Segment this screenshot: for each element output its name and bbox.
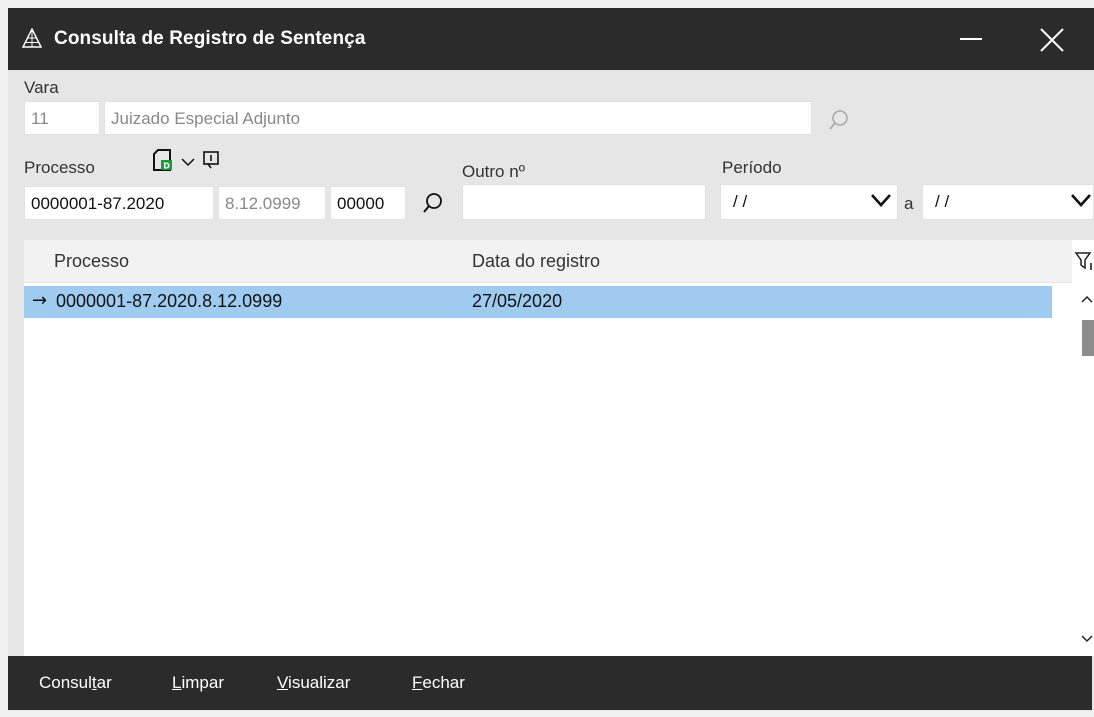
scroll-down-icon[interactable] <box>1080 634 1094 644</box>
filter-icon[interactable] <box>1074 250 1094 272</box>
visualizar-mnemonic: V <box>277 673 289 692</box>
grid-header: Processo Data do registro <box>24 240 1072 283</box>
action-toolbar: Consultar Limpar Visualizar Fechar <box>8 656 1092 710</box>
outro-numero-field[interactable] <box>462 184 706 220</box>
processo-segment-field[interactable]: 8.12.0999 <box>218 186 326 220</box>
consultar-button[interactable]: Consultar <box>39 673 112 693</box>
title-bar: Consulta de Registro de Sentença <box>8 8 1094 70</box>
dialog-window: Consulta de Registro de Sentença Vara 11… <box>8 8 1094 711</box>
vara-name-field[interactable]: Juizado Especial Adjunto <box>104 101 812 135</box>
row-processo-cell: 0000001-87.2020.8.12.0999 <box>56 291 283 311</box>
row-pointer-icon: → <box>32 290 48 311</box>
vara-code-field[interactable]: 11 <box>24 101 100 135</box>
consultar-label-part: ar <box>96 673 112 692</box>
periodo-separator: a <box>904 194 914 213</box>
minimize-icon[interactable] <box>952 24 992 54</box>
close-icon[interactable] <box>1034 22 1070 58</box>
visualizar-label-part: isualizar <box>288 673 351 692</box>
column-header-data[interactable]: Data do registro <box>472 251 600 272</box>
chevron-down-icon[interactable] <box>870 192 892 208</box>
info-note-icon[interactable] <box>202 150 220 170</box>
results-grid: Processo Data do registro → 0000001-87.2… <box>24 240 1094 656</box>
vara-label: Vara <box>24 78 59 97</box>
scroll-up-icon[interactable] <box>1080 294 1094 304</box>
periodo-label: Período <box>722 158 782 177</box>
table-row[interactable]: → 0000001-87.2020.8.12.0999 27/05/2020 <box>24 286 1052 318</box>
fechar-button[interactable]: Fechar <box>412 673 465 693</box>
triangle-logo-icon <box>22 28 42 48</box>
processo-origin-field[interactable]: 00000 <box>330 186 406 220</box>
column-header-processo[interactable]: Processo <box>54 251 129 272</box>
search-icon[interactable] <box>828 109 850 131</box>
consultar-label-part: Consul <box>39 673 92 692</box>
visualizar-button[interactable]: Visualizar <box>277 673 350 693</box>
scrollbar-thumb[interactable] <box>1082 320 1094 356</box>
periodo-end-value: / / <box>935 192 950 211</box>
processo-number-field[interactable]: 0000001-87.2020 <box>24 186 214 220</box>
limpar-label-part: impar <box>181 673 224 692</box>
fechar-mnemonic: F <box>412 673 423 692</box>
periodo-end-field[interactable]: / / <box>922 184 1094 220</box>
chevron-down-icon[interactable] <box>1070 192 1092 208</box>
search-icon[interactable] <box>422 192 444 214</box>
limpar-button[interactable]: Limpar <box>172 673 224 693</box>
outro-numero-label: Outro nº <box>462 162 525 181</box>
row-data-cell: 27/05/2020 <box>472 291 563 311</box>
vertical-scrollbar[interactable] <box>1072 282 1094 656</box>
periodo-start-value: / / <box>733 192 748 211</box>
processo-label: Processo <box>24 158 95 177</box>
fechar-label-part: echar <box>422 673 465 692</box>
chevron-down-icon[interactable] <box>180 154 196 170</box>
window-title: Consulta de Registro de Sentença <box>54 28 366 49</box>
svg-text:D: D <box>163 162 170 171</box>
document-icon[interactable]: D <box>152 148 176 174</box>
